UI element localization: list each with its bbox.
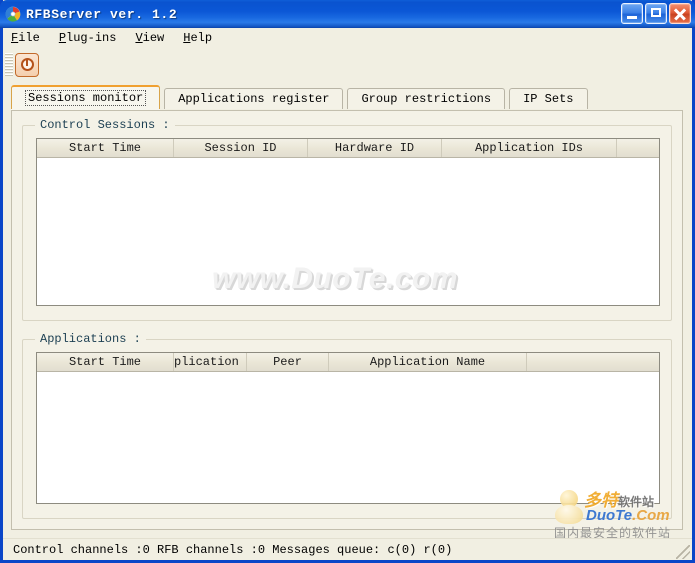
control-sessions-rows[interactable]: [37, 158, 659, 305]
app-icon: [5, 6, 21, 22]
menu-item-help[interactable]: Help: [183, 31, 212, 45]
column-header-spacer[interactable]: [617, 139, 659, 157]
column-header-hardware-id[interactable]: Hardware ID: [308, 139, 442, 157]
group-applications-title: Applications :: [35, 332, 146, 346]
column-header-application-name[interactable]: Application Name: [329, 353, 527, 371]
tab-sessions-monitor-label: Sessions monitor: [25, 90, 147, 106]
menu-label-plugins: lug-ins: [66, 30, 117, 45]
column-header-peer[interactable]: Peer: [247, 353, 329, 371]
menu-item-plugins[interactable]: Plug-ins: [59, 31, 117, 45]
close-button[interactable]: [669, 3, 691, 24]
control-sessions-header-row: Start Time Session ID Hardware ID Applic…: [37, 139, 659, 158]
group-applications: Applications : Start Time pplication I P…: [22, 332, 672, 519]
column-header-application-ids[interactable]: Application IDs: [442, 139, 617, 157]
menu-label-view: iew: [142, 30, 165, 45]
control-sessions-table[interactable]: Start Time Session ID Hardware ID Applic…: [36, 138, 660, 306]
tab-sessions-monitor[interactable]: Sessions monitor: [11, 85, 161, 109]
power-button[interactable]: [15, 52, 39, 77]
menu-bar: File Plug-ins View Help: [3, 28, 692, 47]
tab-ip-sets-label: IP Sets: [523, 92, 574, 106]
power-icon: [20, 58, 34, 71]
column-header-application-id[interactable]: pplication I: [174, 353, 247, 371]
menu-label-help: elp: [190, 30, 213, 45]
column-header-app-start-time[interactable]: Start Time: [37, 353, 174, 371]
tab-ip-sets[interactable]: IP Sets: [509, 88, 588, 109]
group-control-sessions: Control Sessions : Start Time Session ID…: [22, 118, 672, 321]
toolbar: [3, 47, 692, 82]
tab-group-restrictions[interactable]: Group restrictions: [347, 88, 506, 109]
tab-applications-register[interactable]: Applications register: [164, 88, 344, 109]
title-bar[interactable]: RFBServer ver. 1.2: [0, 0, 695, 28]
tab-applications-register-label: Applications register: [178, 92, 330, 106]
column-header-session-id[interactable]: Session ID: [174, 139, 308, 157]
menu-mnemonic-plugins: P: [58, 30, 67, 45]
menu-label-file: ile: [18, 30, 40, 45]
tab-panel-sessions-monitor: Control Sessions : Start Time Session ID…: [11, 110, 683, 530]
column-header-start-time[interactable]: Start Time: [37, 139, 174, 157]
tab-strip: Sessions monitor Applications register G…: [11, 85, 592, 109]
applications-rows[interactable]: [37, 372, 659, 503]
menu-mnemonic-view: V: [135, 30, 143, 45]
status-bar-text: Control channels :0 RFB channels :0 Mess…: [13, 542, 453, 557]
client-area: Sessions monitor Applications register G…: [3, 82, 692, 538]
window-title: RFBServer ver. 1.2: [26, 6, 178, 22]
menu-item-file[interactable]: File: [11, 31, 40, 45]
caption-buttons: [621, 3, 691, 24]
status-bar: Control channels :0 RFB channels :0 Mess…: [3, 538, 692, 560]
minimize-button[interactable]: [621, 3, 643, 24]
resize-grip[interactable]: [676, 545, 690, 559]
group-control-sessions-title: Control Sessions :: [35, 118, 175, 132]
toolbar-grip[interactable]: [5, 52, 13, 77]
application-window: RFBServer ver. 1.2 File Plug-ins View He…: [0, 0, 695, 563]
tab-group-restrictions-label: Group restrictions: [361, 92, 492, 106]
applications-header-row: Start Time pplication I Peer Application…: [37, 353, 659, 372]
applications-table[interactable]: Start Time pplication I Peer Application…: [36, 352, 660, 504]
column-header-app-spacer[interactable]: [527, 353, 659, 371]
menu-item-view[interactable]: View: [135, 31, 164, 45]
maximize-button[interactable]: [645, 3, 667, 24]
